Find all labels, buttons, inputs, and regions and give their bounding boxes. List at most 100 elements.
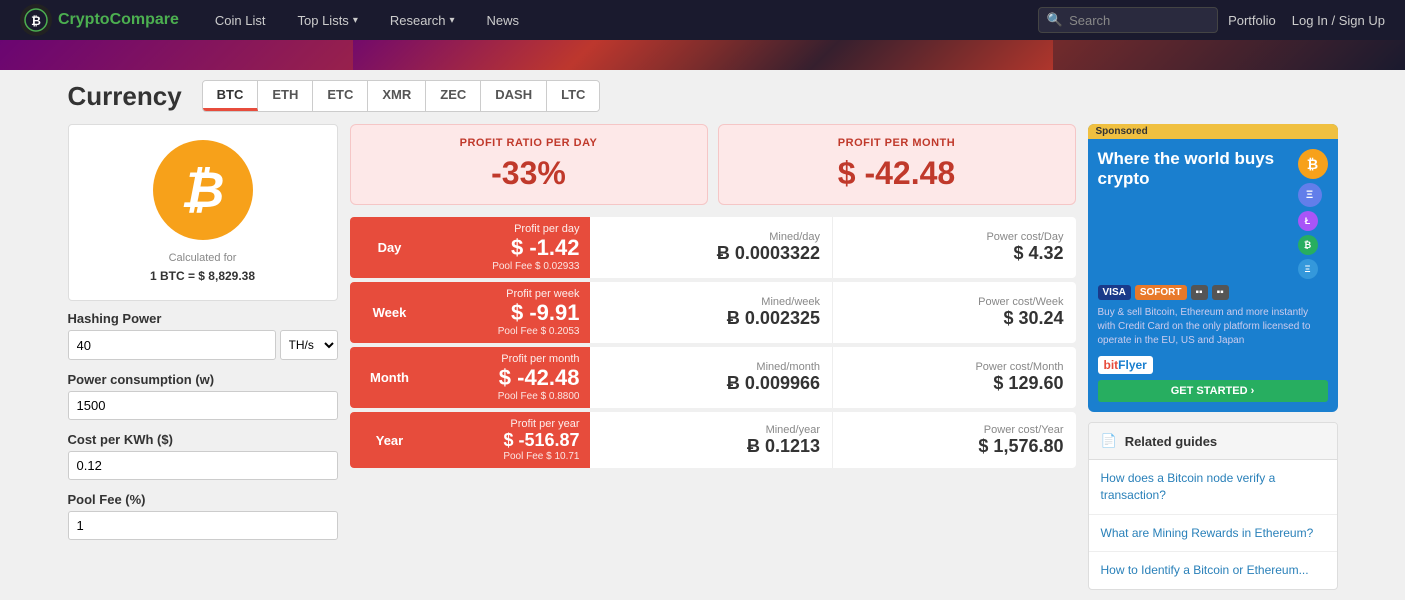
profit-ratio-card: PROFIT RATIO PER DAY -33% [350,124,708,205]
ad-description: Buy & sell Bitcoin, Ethereum and more in… [1098,306,1328,348]
ad-eth-coin-icon: Ξ [1298,183,1322,207]
profit-year-main: Profit per year $ -516.87 Pool Fee $ 10.… [430,412,590,468]
btc-symbol-text: ₿ [181,161,225,219]
tab-zec[interactable]: ZEC [426,81,481,111]
period-week: Week [350,282,430,343]
power-month: Power cost/Month $ 129.60 [833,347,1076,408]
navbar: ₿ CryptoCompare Coin List Top Lists ▾ Re… [0,0,1405,40]
profit-week-main: Profit per week $ -9.91 Pool Fee $ 0.205… [430,282,590,343]
hashing-power-input[interactable] [68,330,276,360]
top-lists-chevron: ▾ [353,15,358,26]
hashing-power-group: Hashing Power TH/s GH/s MH/s [68,311,338,360]
banner [0,40,1405,70]
btc-icon: ₿ [153,140,253,240]
visa-logo: VISA [1098,285,1131,300]
page-title: Currency [68,81,182,112]
logo[interactable]: ₿ CryptoCompare [20,4,179,36]
search-box[interactable]: 🔍 [1038,7,1218,33]
ad-headline: Where the world buys crypto [1098,149,1292,190]
tab-dash[interactable]: DASH [481,81,547,111]
nav-research[interactable]: Research ▾ [374,0,471,40]
power-year: Power cost/Year $ 1,576.80 [833,412,1076,468]
profit-month-value: $ -42.48 [735,155,1059,192]
power-week: Power cost/Week $ 30.24 [833,282,1076,343]
pay-logo-2: ▪▪ [1212,285,1229,300]
coin-card: ₿ Calculated for 1 BTC = $ 8,829.38 [68,124,338,301]
pool-fee-label: Pool Fee (%) [68,492,338,507]
profit-table: Day Profit per day $ -1.42 Pool Fee $ 0.… [350,217,1076,468]
cost-kwh-label: Cost per KWh ($) [68,432,338,447]
profit-month-main: Profit per month $ -42.48 Pool Fee $ 0.8… [430,347,590,408]
svg-text:₿: ₿ [31,14,41,28]
power-consumption-label: Power consumption (w) [68,372,338,387]
profit-row-month: Month Profit per month $ -42.48 Pool Fee… [350,347,1076,408]
sponsored-tag: Sponsored [1088,124,1338,139]
nav-items: Coin List Top Lists ▾ Research ▾ News [199,0,1028,40]
tab-ltc[interactable]: LTC [547,81,599,111]
mined-year: Mined/year Ƀ 0.1213 [590,412,834,468]
ad-btc-coin-icon: ₿ [1298,149,1328,179]
power-consumption-group: Power consumption (w) [68,372,338,420]
guide-icon: 📄 [1101,433,1117,449]
currency-tabs: BTC ETH ETC XMR ZEC DASH LTC [202,80,601,112]
ad-logos: VISA SOFORT ▪▪ ▪▪ [1098,285,1328,300]
period-month: Month [350,347,430,408]
profit-ratio-value: -33% [367,155,691,192]
ad-btc2-coin-icon: ₿ [1298,235,1318,255]
nav-right: Portfolio Log In / Sign Up [1228,13,1385,28]
login-link[interactable]: Log In / Sign Up [1292,13,1385,28]
hashing-power-label: Hashing Power [68,311,338,326]
calculated-for: Calculated for 1 BTC = $ 8,829.38 [84,250,322,285]
logo-icon: ₿ [20,4,52,36]
nav-coin-list[interactable]: Coin List [199,0,282,40]
logo-text: CryptoCompare [58,11,179,29]
tab-btc[interactable]: BTC [203,81,259,111]
profit-row-year: Year Profit per year $ -516.87 Pool Fee … [350,412,1076,468]
portfolio-link[interactable]: Portfolio [1228,13,1276,28]
cost-kwh-input[interactable] [68,451,338,480]
related-guides: 📄 Related guides How does a Bitcoin node… [1088,422,1338,590]
mined-month: Mined/month Ƀ 0.009966 [590,347,834,408]
pool-fee-group: Pool Fee (%) [68,492,338,540]
profit-month-label: PROFIT PER MONTH [735,137,1059,149]
tab-etc[interactable]: ETC [313,81,368,111]
hashing-power-unit-select[interactable]: TH/s GH/s MH/s [280,330,338,360]
ad-eth2-coin-icon: Ξ [1298,259,1318,279]
profit-row-week: Week Profit per week $ -9.91 Pool Fee $ … [350,282,1076,343]
tab-xmr[interactable]: XMR [368,81,426,111]
profit-row-day: Day Profit per day $ -1.42 Pool Fee $ 0.… [350,217,1076,278]
mined-day: Mined/day Ƀ 0.0003322 [590,217,834,278]
ad-card[interactable]: Sponsored Where the world buys crypto ₿ … [1088,124,1338,412]
sofort-logo: SOFORT [1135,285,1187,300]
center-panel: PROFIT RATIO PER DAY -33% PROFIT PER MON… [350,124,1076,590]
nav-top-lists[interactable]: Top Lists ▾ [282,0,374,40]
pool-fee-input[interactable] [68,511,338,540]
right-panel: Sponsored Where the world buys crypto ₿ … [1088,124,1338,590]
power-day: Power cost/Day $ 4.32 [833,217,1076,278]
guide-item-1[interactable]: How does a Bitcoin node verify a transac… [1089,460,1337,515]
profit-summary: PROFIT RATIO PER DAY -33% PROFIT PER MON… [350,124,1076,205]
search-input[interactable] [1069,13,1209,28]
profit-ratio-label: PROFIT RATIO PER DAY [367,137,691,149]
tab-eth[interactable]: ETH [258,81,313,111]
pay-logo-1: ▪▪ [1191,285,1208,300]
left-panel: ₿ Calculated for 1 BTC = $ 8,829.38 Hash… [68,124,338,590]
search-icon: 🔍 [1047,12,1063,28]
research-chevron: ▾ [449,15,454,26]
nav-news[interactable]: News [471,0,536,40]
ad-cta-button[interactable]: GET STARTED › [1098,380,1328,402]
guide-item-3[interactable]: How to Identify a Bitcoin or Ethereum... [1089,552,1337,589]
ad-brand: bitFlyer [1098,356,1328,374]
profit-day-main: Profit per day $ -1.42 Pool Fee $ 0.0293… [430,217,590,278]
profit-month-card: PROFIT PER MONTH $ -42.48 [718,124,1076,205]
guide-item-2[interactable]: What are Mining Rewards in Ethereum? [1089,515,1337,553]
period-day: Day [350,217,430,278]
period-year: Year [350,412,430,468]
cost-kwh-group: Cost per KWh ($) [68,432,338,480]
ad-ltc-coin-icon: Ł [1298,211,1318,231]
page: Currency BTC ETH ETC XMR ZEC DASH LTC ₿ … [53,70,1353,600]
ad-content: Where the world buys crypto ₿ Ξ Ł ₿ Ξ VI… [1088,139,1338,412]
power-consumption-input[interactable] [68,391,338,420]
mined-week: Mined/week Ƀ 0.002325 [590,282,834,343]
bitflyer-logo: bitFlyer [1098,356,1153,374]
